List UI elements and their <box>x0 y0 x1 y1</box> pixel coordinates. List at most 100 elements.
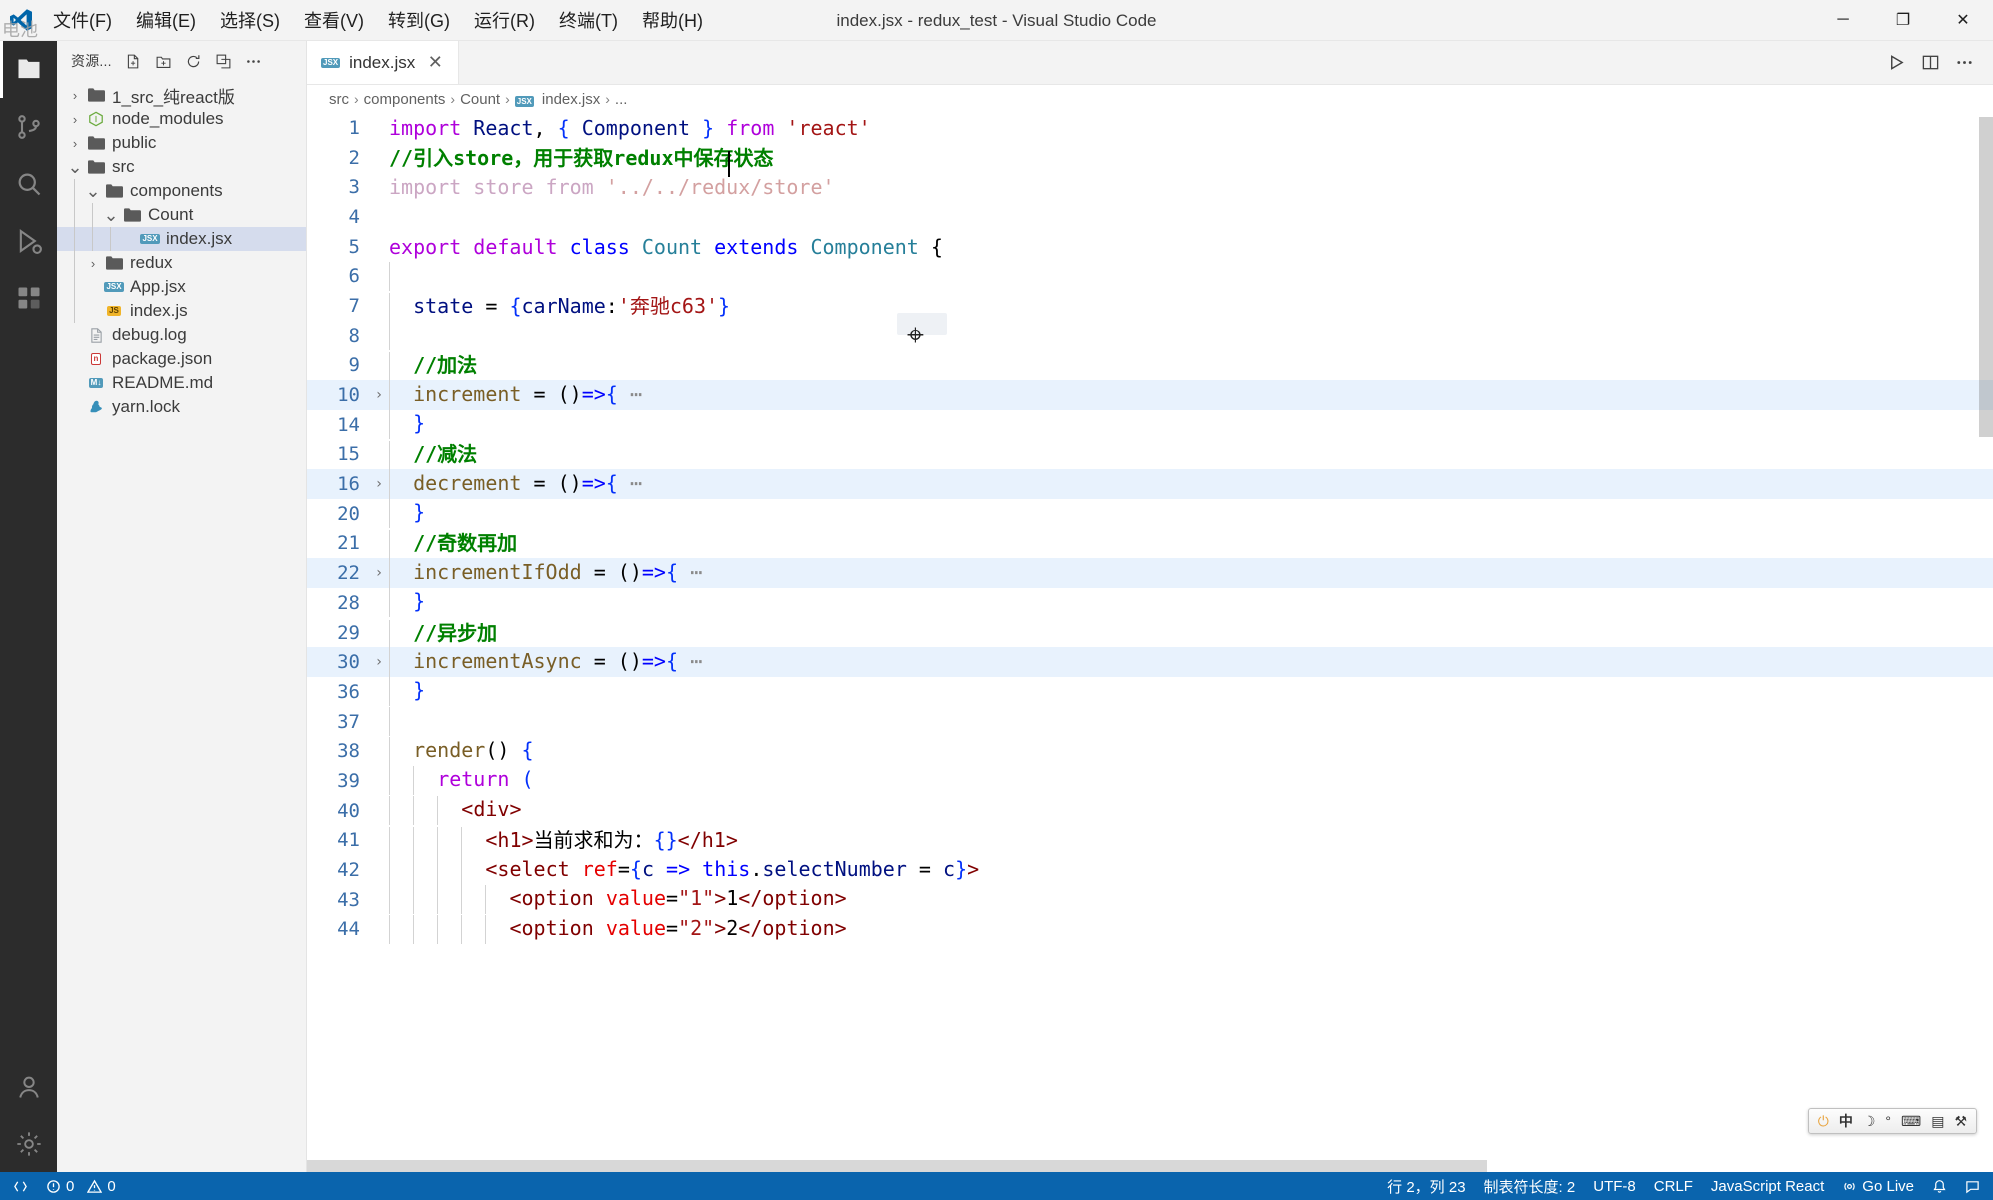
breadcrumb-item-count[interactable]: Count <box>460 91 500 108</box>
tree-item-app-jsx[interactable]: JSX App.jsx <box>57 275 306 299</box>
tree-item-1-src-react[interactable]: › 1_src_纯react版 <box>57 83 306 107</box>
horizontal-scroll-thumb[interactable] <box>307 1160 1487 1172</box>
fold-chevron-icon[interactable]: › <box>369 654 389 670</box>
code-line-38[interactable]: 38 render() { <box>307 736 1993 766</box>
ime-keyboard-icon[interactable]: ⌨ <box>1901 1113 1921 1130</box>
breadcrumb-item-indexjsx[interactable]: index.jsx <box>542 91 600 108</box>
code-line-36[interactable]: 36} <box>307 677 1993 707</box>
menu-terminal[interactable]: 终端(T) <box>547 0 630 41</box>
code-line-14[interactable]: 14} <box>307 410 1993 440</box>
tree-item-debug-log[interactable]: debug.log <box>57 323 306 347</box>
editor-more-actions-icon[interactable] <box>1949 48 1979 78</box>
code-line-20[interactable]: 20} <box>307 499 1993 529</box>
explorer-more-icon[interactable] <box>240 47 268 75</box>
code-line-30[interactable]: 30 › incrementAsync = ()=>{ ⋯ <box>307 647 1993 678</box>
new-folder-icon[interactable] <box>150 47 178 75</box>
code-line-28[interactable]: 28} <box>307 588 1993 618</box>
code-line-29[interactable]: 29 //异步加 <box>307 618 1993 649</box>
editor-vertical-scrollbar[interactable] <box>1979 113 1993 1172</box>
cursor-position[interactable]: 行 2，列 23 <box>1378 1172 1474 1200</box>
code-line-15[interactable]: 15 //减法 <box>307 440 1993 471</box>
tree-item-node-modules[interactable]: › node_modules <box>57 107 306 131</box>
menu-file[interactable]: 文件(F) <box>41 0 124 41</box>
tree-item-readme-md[interactable]: M↓ README.md <box>57 371 306 395</box>
accounts-icon[interactable] <box>0 1058 57 1115</box>
tree-item-redux[interactable]: › redux <box>57 251 306 275</box>
code-line-3[interactable]: 3 import store from '../../redux/store' <box>307 172 1993 202</box>
indentation[interactable]: 制表符长度: 2 <box>1475 1172 1585 1200</box>
eol[interactable]: CRLF <box>1645 1172 1702 1200</box>
chevron-right-icon[interactable]: › <box>83 256 103 271</box>
tree-item-public[interactable]: › public <box>57 131 306 155</box>
menu-help[interactable]: 帮助(H) <box>630 0 715 41</box>
fold-chevron-icon[interactable]: › <box>369 565 389 581</box>
extensions-icon[interactable] <box>0 269 57 326</box>
tree-item-package-json[interactable]: n package.json <box>57 347 306 371</box>
minimize-button[interactable]: ─ <box>1813 0 1873 41</box>
ime-punctuation-icon[interactable]: ° <box>1885 1113 1891 1129</box>
problems-errors[interactable]: 0 0 <box>37 1172 125 1200</box>
tab-index-jsx[interactable]: JSX index.jsx ✕ <box>307 41 460 84</box>
tab-close-icon[interactable]: ✕ <box>424 52 446 73</box>
chevron-right-icon[interactable]: › <box>65 112 85 127</box>
tree-item-index-js[interactable]: JS index.js <box>57 299 306 323</box>
language-mode[interactable]: JavaScript React <box>1702 1172 1833 1200</box>
code-line-6[interactable]: 6 <box>307 261 1993 291</box>
close-button[interactable]: ✕ <box>1933 0 1993 41</box>
code-line-42[interactable]: 42 <select ref={c => this.selectNumber = … <box>307 855 1993 885</box>
code-line-10[interactable]: 10 › increment = ()=>{ ⋯ <box>307 380 1993 410</box>
code-line-41[interactable]: 41 <h1>当前求和为：{}</h1> <box>307 826 1993 857</box>
maximize-button[interactable]: ❐ <box>1873 0 1933 41</box>
fold-chevron-icon[interactable]: › <box>369 387 389 403</box>
tree-item-count[interactable]: ⌄ Count <box>57 203 306 227</box>
ime-chinese-mode[interactable]: 中 <box>1839 1111 1853 1131</box>
encoding[interactable]: UTF-8 <box>1584 1172 1645 1200</box>
code-line-8[interactable]: 8 <box>307 321 1993 351</box>
chevron-down-icon[interactable]: ⌄ <box>65 158 85 176</box>
run-code-icon[interactable] <box>1881 48 1911 78</box>
menu-selection[interactable]: 选择(S) <box>208 0 292 41</box>
code-line-37[interactable]: 37 <box>307 707 1993 737</box>
code-line-22[interactable]: 22 › incrementIfOdd = ()=>{ ⋯ <box>307 558 1993 588</box>
go-live[interactable]: Go Live <box>1833 1172 1923 1200</box>
code-editor[interactable]: 1 import React, { Component } from 'react… <box>307 113 1993 1172</box>
code-line-5[interactable]: 5 export default class Count extends Comp… <box>307 232 1993 262</box>
code-line-21[interactable]: 21 //奇数再加 <box>307 529 1993 560</box>
split-editor-icon[interactable] <box>1915 48 1945 78</box>
tree-item-yarn-lock[interactable]: yarn.lock <box>57 395 306 419</box>
menu-go[interactable]: 转到(G) <box>376 0 462 41</box>
run-and-debug-icon[interactable] <box>0 212 57 269</box>
code-line-44[interactable]: 44 <option value="2">2</option> <box>307 914 1993 945</box>
ime-toolbar[interactable]: ⏻ 中 ☽ ° ⌨ ▤ ⚒ <box>1807 1108 1977 1134</box>
breadcrumb-item-components[interactable]: components <box>364 91 446 108</box>
remote-indicator[interactable] <box>4 1172 37 1200</box>
code-line-2[interactable]: 2 //引入store，用于获取redux中保存状态 <box>307 143 1993 177</box>
menu-edit[interactable]: 编辑(E) <box>124 0 208 41</box>
chevron-down-icon[interactable]: ⌄ <box>83 182 103 200</box>
fold-chevron-icon[interactable]: › <box>369 476 389 492</box>
settings-gear-icon[interactable] <box>0 1115 57 1172</box>
code-line-43[interactable]: 43 <option value="1">1</option> <box>307 885 1993 915</box>
code-line-39[interactable]: 39 return ( <box>307 766 1993 796</box>
chevron-right-icon[interactable]: › <box>65 136 85 151</box>
tree-item-src[interactable]: ⌄ src <box>57 155 306 179</box>
chevron-down-icon[interactable]: ⌄ <box>101 206 121 224</box>
ime-toolbox-icon[interactable]: ▤ <box>1931 1113 1944 1130</box>
ime-moon-icon[interactable]: ☽ <box>1863 1113 1876 1130</box>
vertical-scroll-thumb[interactable] <box>1979 117 1993 437</box>
ime-settings-icon[interactable]: ⚒ <box>1954 1113 1967 1130</box>
refresh-explorer-icon[interactable] <box>180 47 208 75</box>
breadcrumb-item-[interactable]: ... <box>615 91 628 108</box>
source-control-icon[interactable] <box>0 98 57 155</box>
tree-item-components[interactable]: ⌄ components <box>57 179 306 203</box>
search-icon[interactable] <box>0 155 57 212</box>
feedback[interactable] <box>1956 1172 1989 1200</box>
code-line-4[interactable]: 4 <box>307 202 1993 232</box>
chevron-right-icon[interactable]: › <box>65 88 85 103</box>
ime-power-icon[interactable]: ⏻ <box>1818 1113 1829 1130</box>
code-line-7[interactable]: 7 state = {carName:'奔驰c63'} <box>307 291 1993 322</box>
bell-notification[interactable] <box>1923 1172 1956 1200</box>
code-line-16[interactable]: 16 › decrement = ()=>{ ⋯ <box>307 469 1993 499</box>
menu-view[interactable]: 查看(V) <box>292 0 376 41</box>
code-line-1[interactable]: 1 import React, { Component } from 'react… <box>307 113 1993 143</box>
